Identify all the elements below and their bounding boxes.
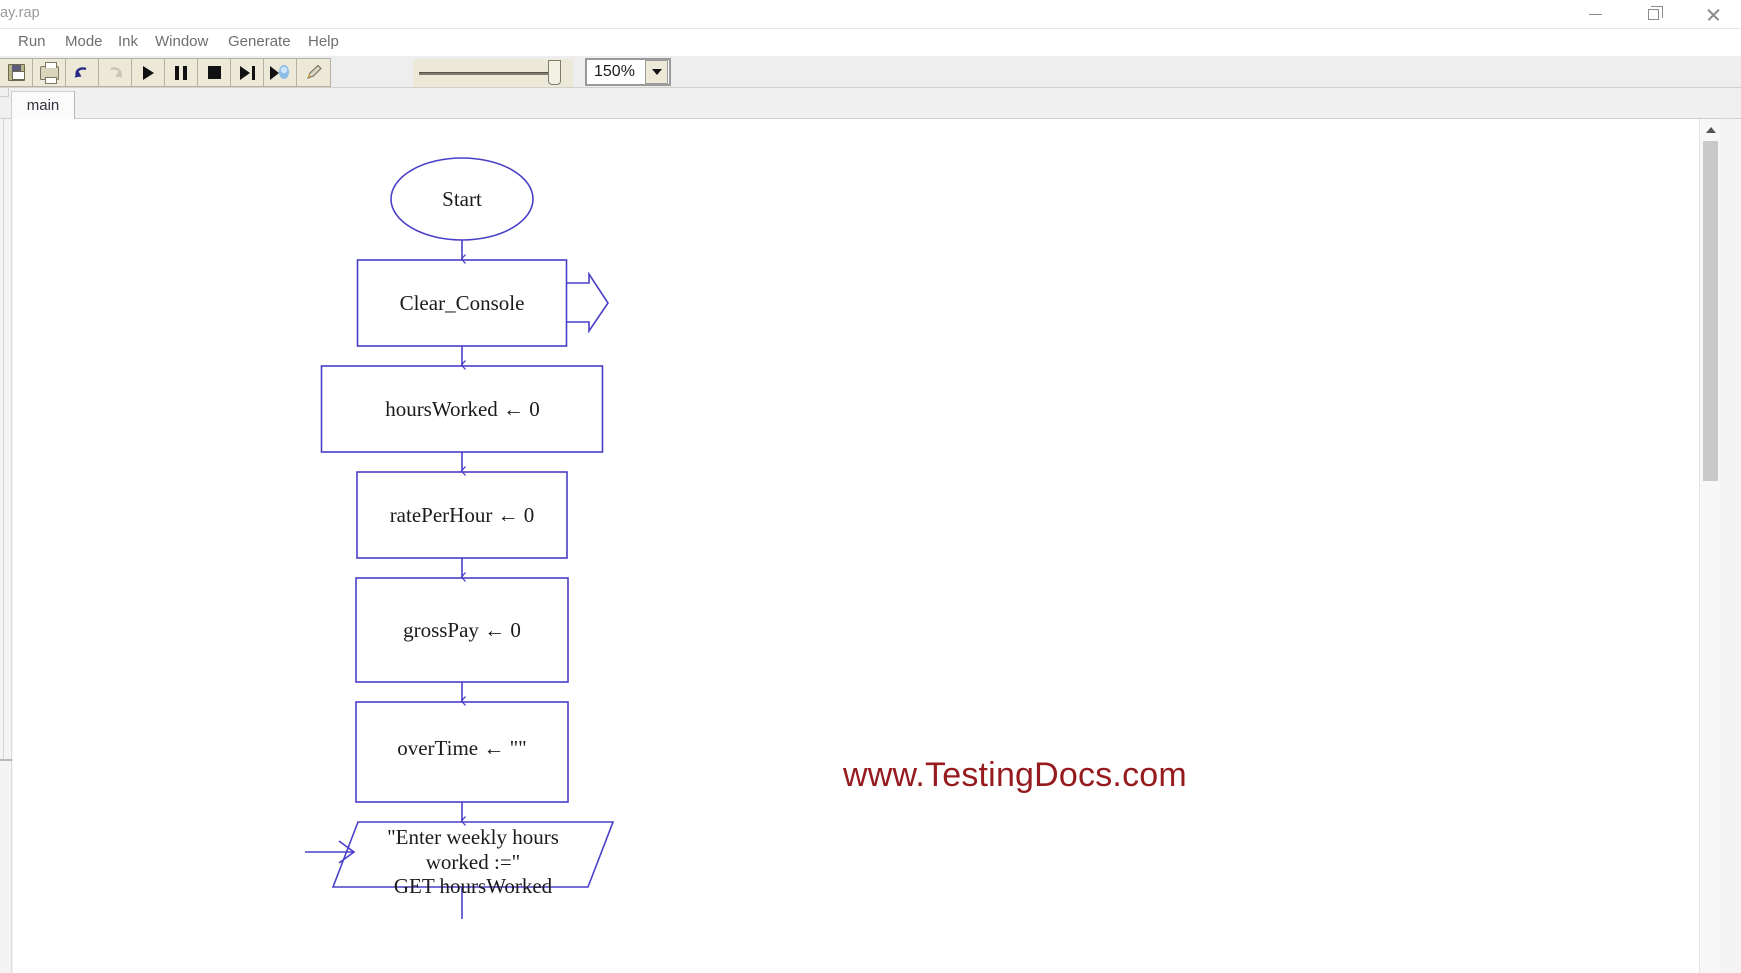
node-clear-label: Clear_Console <box>357 291 567 316</box>
toolbar-button-group <box>0 58 331 87</box>
save-button[interactable] <box>0 59 33 86</box>
workspace: Start Clear_Console hoursWorked ← 0 rate… <box>0 119 1741 973</box>
undo-button[interactable] <box>66 59 99 86</box>
zoom-combobox[interactable]: 150% <box>585 58 671 86</box>
tab-strip: main <box>0 88 1741 119</box>
left-splitter-rail[interactable] <box>0 119 12 973</box>
menu-window[interactable]: Window <box>147 32 216 52</box>
flowchart-canvas[interactable]: Start Clear_Console hoursWorked ← 0 rate… <box>13 119 1720 973</box>
pause-button[interactable] <box>165 59 198 86</box>
node-overtime-init-label: overTime ← "" <box>356 736 568 761</box>
speed-slider[interactable] <box>413 59 573 87</box>
maximize-button[interactable] <box>1627 0 1679 29</box>
node-hours-init-label: hoursWorked ← 0 <box>322 397 603 422</box>
close-button[interactable] <box>1687 0 1739 29</box>
speed-slider-track <box>419 72 555 75</box>
restore-icon <box>1648 9 1659 20</box>
redo-icon <box>106 65 124 80</box>
minimize-button[interactable] <box>1569 0 1621 29</box>
node-rate-init-label: ratePerHour ← 0 <box>357 503 567 528</box>
undo-icon <box>73 65 91 80</box>
tab-main[interactable]: main <box>11 91 75 119</box>
toolbar: 150% <box>0 55 1741 88</box>
menu-bar: Run Mode Ink Window Generate Help <box>0 29 1741 55</box>
speed-slider-thumb[interactable] <box>548 60 561 85</box>
chevron-down-icon[interactable] <box>645 60 668 84</box>
pen-icon <box>304 64 323 81</box>
step-into-icon <box>270 65 290 81</box>
vertical-scrollbar[interactable] <box>1699 119 1720 973</box>
menu-run[interactable]: Run <box>10 32 54 52</box>
menu-help[interactable]: Help <box>300 32 347 52</box>
watermark: www.TestingDocs.com <box>843 756 1187 795</box>
menu-mode[interactable]: Mode <box>57 32 111 52</box>
minimize-icon <box>1589 14 1602 16</box>
scrollbar-thumb[interactable] <box>1703 141 1718 481</box>
play-icon <box>143 66 154 80</box>
flowchart <box>13 119 1720 973</box>
window-title: ay.rap <box>0 5 40 21</box>
stop-button[interactable] <box>198 59 231 86</box>
close-icon <box>1706 7 1721 22</box>
title-bar: ay.rap <box>0 0 1741 29</box>
node-clear-output-arrow <box>567 274 608 331</box>
menu-generate[interactable]: Generate <box>220 32 299 52</box>
node-gross-init-label: grossPay ← 0 <box>356 618 568 643</box>
chevron-up-icon <box>1706 127 1716 133</box>
menu-ink[interactable]: Ink <box>110 32 146 52</box>
save-icon <box>8 64 25 81</box>
step-over-icon <box>240 66 255 80</box>
node-input-hours-label: "Enter weekly hours worked :=" GET hours… <box>333 825 613 899</box>
print-icon <box>40 66 59 80</box>
scroll-up-button[interactable] <box>1700 119 1720 140</box>
stop-icon <box>208 66 221 79</box>
run-button[interactable] <box>132 59 165 86</box>
ink-pen-button[interactable] <box>297 59 330 86</box>
print-button[interactable] <box>33 59 66 86</box>
pause-icon <box>175 66 187 80</box>
redo-button[interactable] <box>99 59 132 86</box>
tab-strip-corner <box>0 88 9 97</box>
step-over-button[interactable] <box>231 59 264 86</box>
node-start-label: Start <box>422 187 502 212</box>
zoom-value: 150% <box>587 63 645 81</box>
step-into-button[interactable] <box>264 59 297 86</box>
